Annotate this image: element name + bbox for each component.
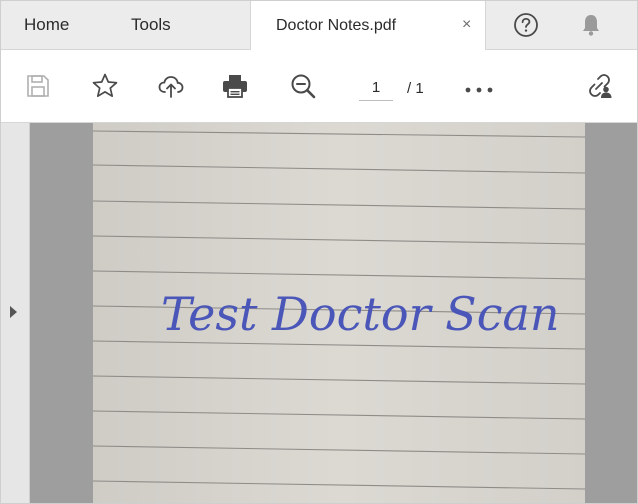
notebook-paper: Test Doctor Scan xyxy=(93,123,585,503)
pdf-page: Test Doctor Scan xyxy=(93,123,585,503)
expand-panel-icon[interactable] xyxy=(10,306,17,318)
page-number-input[interactable]: 1 xyxy=(359,76,393,101)
cloud-upload-icon[interactable] xyxy=(157,72,185,100)
save-icon[interactable] xyxy=(24,72,52,100)
printer-icon[interactable] xyxy=(221,72,249,100)
share-link-icon[interactable] xyxy=(585,72,613,100)
close-tab-button[interactable]: × xyxy=(462,16,471,34)
tab-bar: Home Tools Doctor Notes.pdf × xyxy=(1,1,637,50)
app-window: Home Tools Doctor Notes.pdf × 1 / 1 Test… xyxy=(0,0,638,504)
bell-icon[interactable] xyxy=(580,13,602,37)
tab-home[interactable]: Home xyxy=(24,15,69,35)
zoom-out-icon[interactable] xyxy=(289,72,317,100)
tab-document[interactable]: Doctor Notes.pdf × xyxy=(250,1,486,50)
page-total: / 1 xyxy=(407,80,424,97)
help-icon[interactable] xyxy=(513,12,539,38)
toolbar: 1 / 1 xyxy=(1,50,637,123)
document-title: Doctor Notes.pdf xyxy=(276,17,397,34)
left-panel-strip xyxy=(1,123,30,503)
handwritten-text: Test Doctor Scan xyxy=(161,287,560,341)
tab-tools[interactable]: Tools xyxy=(131,15,171,35)
document-viewer[interactable]: Test Doctor Scan xyxy=(1,123,637,503)
star-icon[interactable] xyxy=(91,72,119,100)
more-icon[interactable] xyxy=(464,86,494,94)
